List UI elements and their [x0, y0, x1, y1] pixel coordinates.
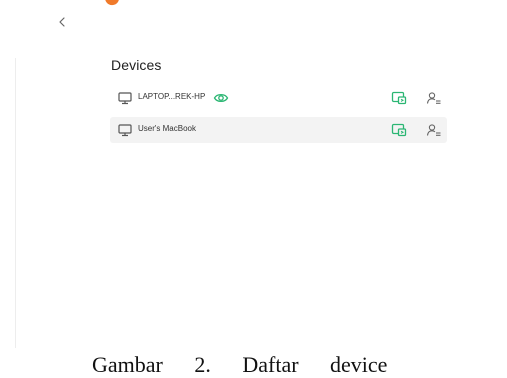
brand-accent-shape — [105, 0, 121, 7]
left-divider — [15, 58, 16, 348]
user-manage-icon[interactable] — [426, 123, 442, 137]
devices-section-title: Devices — [111, 57, 162, 73]
chevron-left-icon — [59, 17, 65, 27]
device-row-macbook[interactable]: User's MacBook — [110, 117, 447, 143]
eye-icon — [213, 93, 229, 103]
device-name: LAPTOP...REK-HP — [138, 92, 206, 101]
figure-caption: Gambar 2. Daftar device — [92, 352, 388, 377]
remote-control-icon[interactable] — [391, 123, 407, 137]
monitor-icon — [118, 124, 132, 137]
device-row-laptop[interactable]: LAPTOP...REK-HP — [110, 85, 447, 111]
user-manage-icon[interactable] — [426, 91, 442, 105]
remote-control-icon[interactable] — [391, 91, 407, 105]
device-name: User's MacBook — [138, 124, 196, 133]
monitor-icon — [118, 92, 132, 105]
back-button[interactable] — [54, 14, 70, 30]
